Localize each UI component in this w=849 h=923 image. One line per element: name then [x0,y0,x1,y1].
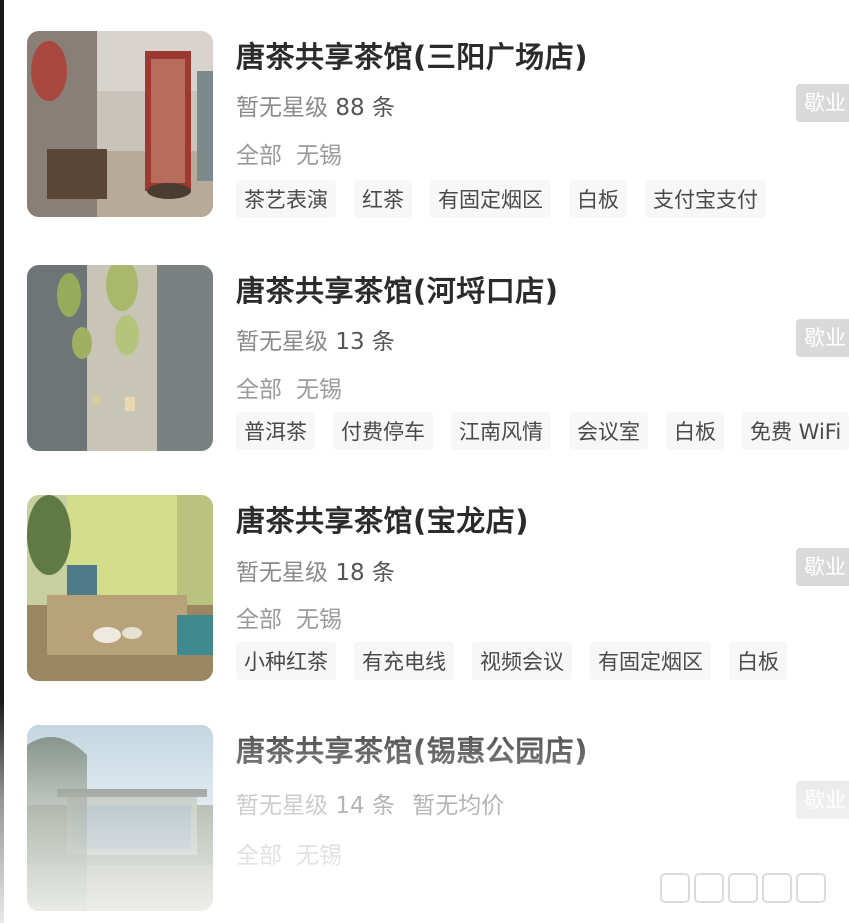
avg-price: 暂无均价 [412,793,505,819]
shop-city: 无锡 [296,607,342,633]
shop-region: 全部 无锡 [236,836,342,870]
watermark-mark [728,873,758,903]
shop-tag: 会议室 [569,412,648,450]
closed-badge: 歇业 [796,319,849,357]
review-count: 13 条 [335,329,395,355]
shop-rating: 暂无星级 [236,329,328,355]
shop-name[interactable]: 唐茶共享茶馆(宝龙店) [236,498,529,540]
shop-tag: 有固定烟区 [590,642,711,680]
shop-category: 全部 [236,143,282,169]
shop-photo[interactable] [27,265,213,451]
shop-city: 无锡 [296,843,342,869]
shop-category: 全部 [236,377,282,403]
window-left-edge [0,0,4,923]
shop-tags: 普洱茶 付费停车 江南风情 会议室 白板 免费 WiFi [236,412,849,450]
shop-category: 全部 [236,843,282,869]
shop-rating: 暂无星级 [236,793,328,819]
shop-meta: 暂无星级 18 条 [236,553,395,587]
shop-tag: 视频会议 [472,642,572,680]
watermark-mark [796,873,826,903]
shop-city: 无锡 [296,143,342,169]
watermark-mark [660,873,690,903]
shop-photo[interactable] [27,495,213,681]
shop-photo[interactable] [27,725,213,911]
review-count: 88 条 [335,95,395,121]
closed-badge: 歇业 [796,548,849,586]
shop-name[interactable]: 唐茶共享茶馆(河埒口店) [236,268,559,310]
shop-tag: 红茶 [354,180,412,218]
shop-tags: 小种红茶 有充电线 视频会议 有固定烟区 白板 [236,642,805,680]
shop-name[interactable]: 唐茶共享茶馆(锡惠公园店) [236,728,588,770]
shop-region: 全部 无锡 [236,370,342,404]
shop-tag: 白板 [666,412,724,450]
shop-photo[interactable] [27,31,213,217]
closed-badge: 歇业 [796,781,849,819]
closed-badge: 歇业 [796,84,849,122]
shop-tag: 付费停车 [333,412,433,450]
shop-rating: 暂无星级 [236,95,328,121]
shop-tag: 有固定烟区 [430,180,551,218]
shop-tag: 白板 [729,642,787,680]
shop-tag: 支付宝支付 [645,180,766,218]
shop-meta: 暂无星级 88 条 [236,88,395,122]
shop-meta: 暂无星级 14 条 暂无均价 [236,786,504,820]
shop-tag: 江南风情 [451,412,551,450]
shop-category: 全部 [236,607,282,633]
shop-tag: 小种红茶 [236,642,336,680]
shop-region: 全部 无锡 [236,600,342,634]
watermark-mark [762,873,792,903]
shop-tag: 茶艺表演 [236,180,336,218]
watermark-mark [694,873,724,903]
shop-name[interactable]: 唐茶共享茶馆(三阳广场店) [236,34,588,76]
shop-tag: 免费 WiFi [742,412,849,450]
shop-tag: 普洱茶 [236,412,315,450]
shop-region: 全部 无锡 [236,136,342,170]
shop-tag: 有充电线 [354,642,454,680]
review-count: 18 条 [335,560,395,586]
shop-city: 无锡 [296,377,342,403]
watermark-logo [660,870,830,906]
shop-meta: 暂无星级 13 条 [236,322,395,356]
shop-tags: 茶艺表演 红茶 有固定烟区 白板 支付宝支付 [236,180,784,218]
shop-tag: 白板 [569,180,627,218]
review-count: 14 条 [335,793,395,819]
shop-rating: 暂无星级 [236,560,328,586]
